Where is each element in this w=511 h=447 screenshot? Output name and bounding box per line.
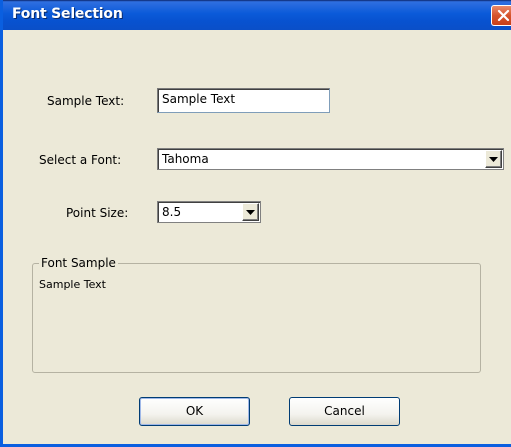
point-size-value: 8.5 [162, 205, 182, 219]
point-size-select[interactable]: 8.5 [157, 201, 261, 223]
close-icon [497, 9, 510, 22]
chevron-down-icon [489, 152, 498, 166]
font-select-value: Tahoma [162, 152, 209, 166]
sample-text-value: Sample Text [162, 92, 236, 106]
close-button[interactable] [491, 5, 511, 26]
sample-text-label: Sample Text: [47, 94, 125, 108]
point-size-dropdown-button[interactable] [242, 203, 259, 221]
font-dropdown-button[interactable] [485, 150, 502, 168]
title-bar[interactable]: Font Selection [3, 0, 511, 30]
font-sample-group: Font Sample Sample Text [32, 256, 481, 373]
font-select[interactable]: Tahoma [157, 148, 504, 170]
font-selection-dialog: Font Selection Sample Text: Sample Text … [0, 0, 511, 447]
point-size-label: Point Size: [66, 206, 129, 220]
window-title: Font Selection [12, 6, 123, 22]
font-sample-text: Sample Text [39, 278, 106, 291]
font-sample-title: Font Sample [39, 256, 118, 270]
cancel-button[interactable]: Cancel [289, 397, 400, 426]
ok-button[interactable]: OK [139, 397, 250, 426]
font-label: Select a Font: [39, 153, 122, 167]
chevron-down-icon [246, 205, 255, 219]
sample-text-input[interactable]: Sample Text [157, 88, 330, 113]
